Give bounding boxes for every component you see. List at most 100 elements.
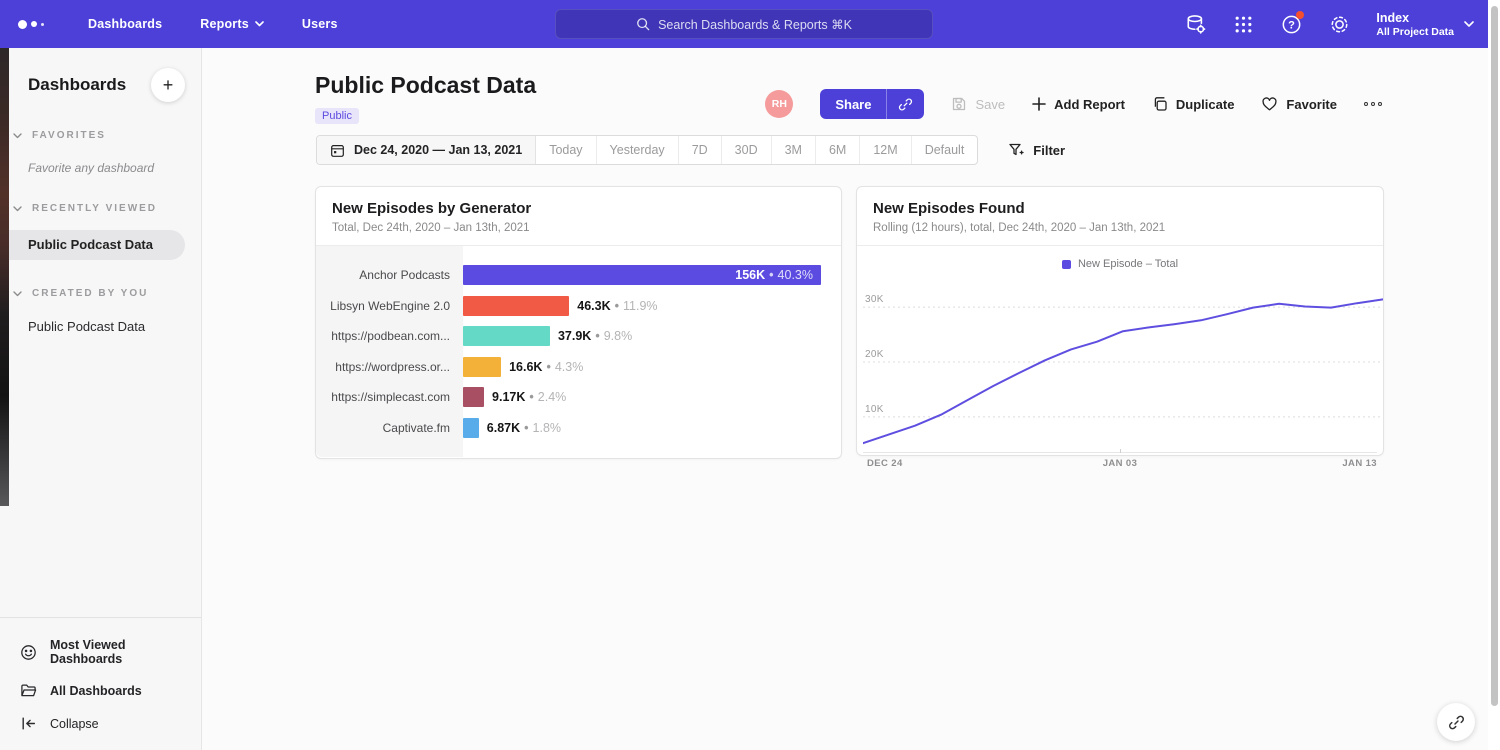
footer-item-label: All Dashboards (50, 684, 142, 698)
more-options-button[interactable] (1364, 98, 1382, 110)
nav-link-dashboards[interactable]: Dashboards (88, 17, 162, 31)
bar-value-label: 9.17K•2.4% (492, 390, 566, 404)
brand-logo-icon[interactable] (18, 20, 58, 29)
filter-label: Filter (1033, 143, 1065, 158)
date-preset-30d[interactable]: 30D (722, 136, 772, 164)
section-recently-viewed[interactable]: RECENTLY VIEWED (0, 203, 201, 214)
page-scrollbar[interactable] (1488, 0, 1500, 750)
avatar[interactable]: RH (765, 90, 793, 118)
chevron-down-icon (13, 133, 22, 139)
line-chart: 10K20K30K (863, 278, 1377, 452)
background-window-sliver (0, 48, 9, 506)
filter-button[interactable]: Filter (1008, 142, 1065, 158)
report-subtitle: Rolling (12 hours), total, Dec 24th, 202… (873, 222, 1367, 234)
bar-value-label: 156K•40.3% (735, 268, 813, 282)
search-input[interactable]: Search Dashboards & Reports ⌘K (555, 9, 933, 39)
date-preset-default[interactable]: Default (912, 136, 978, 164)
share-button[interactable]: Share (820, 89, 924, 119)
bar-row: Captivate.fm 6.87K•1.8% (316, 413, 841, 444)
bar-category-label: Captivate.fm (316, 421, 463, 435)
bar-value-label: 37.9K•9.8% (558, 329, 632, 343)
nav-links: Dashboards Reports Users (88, 17, 338, 31)
page-title: Public Podcast Data (315, 72, 536, 99)
duplicate-icon (1152, 96, 1168, 112)
date-preset-12m[interactable]: 12M (860, 136, 911, 164)
sidebar-item-public-podcast-data[interactable]: Public Podcast Data (0, 230, 185, 260)
line-series[interactable] (863, 299, 1383, 443)
floating-copy-link-button[interactable] (1437, 703, 1475, 741)
visibility-badge: Public (315, 108, 359, 124)
duplicate-label: Duplicate (1176, 97, 1235, 112)
date-preset-6m[interactable]: 6M (816, 136, 860, 164)
chevron-down-icon (1464, 21, 1474, 28)
bar-value-label: 6.87K•1.8% (487, 421, 561, 435)
top-navbar: Dashboards Reports Users Search Dashboar… (0, 0, 1500, 48)
add-report-button[interactable]: Add Report (1032, 97, 1125, 112)
bar-chart: Anchor Podcasts 156K•40.3% Libsyn WebEngin… (316, 246, 841, 457)
bar-category-label: https://simplecast.com (316, 390, 463, 404)
nav-link-label: Dashboards (88, 17, 162, 31)
save-button[interactable]: Save (951, 96, 1005, 112)
bar[interactable] (463, 357, 501, 377)
bar-category-label: https://podbean.com... (316, 329, 463, 343)
x-axis-tick-label: JAN 13 (1342, 458, 1377, 469)
collapse-sidebar-button[interactable]: Collapse (0, 707, 201, 740)
bar-row: https://podbean.com... 37.9K•9.8% (316, 321, 841, 352)
date-range-button[interactable]: Dec 24, 2020 — Jan 13, 2021 (317, 136, 536, 164)
plus-icon (1032, 97, 1046, 111)
section-label: RECENTLY VIEWED (32, 203, 157, 214)
navbar-right: ? Index All Project Data (1184, 0, 1474, 48)
section-created-by-you[interactable]: CREATED BY YOU (0, 288, 201, 299)
bar[interactable] (463, 418, 479, 438)
most-viewed-dashboards-button[interactable]: Most Viewed Dashboards (0, 630, 201, 674)
bar-row: Anchor Podcasts 156K•40.3% (316, 260, 841, 291)
favorites-empty-hint: Favorite any dashboard (0, 161, 201, 175)
section-label: FAVORITES (32, 130, 106, 141)
legend-swatch (1062, 260, 1071, 269)
report-title: New Episodes by Generator (332, 200, 825, 217)
favorite-button[interactable]: Favorite (1261, 96, 1337, 112)
bar-category-label: Anchor Podcasts (316, 268, 463, 282)
bar-category-label: https://wordpress.or... (316, 360, 463, 374)
svg-text:?: ? (1288, 19, 1295, 31)
bar[interactable] (463, 296, 569, 316)
all-dashboards-button[interactable]: All Dashboards (0, 674, 201, 707)
workspace-switcher[interactable]: Index All Project Data (1376, 11, 1474, 38)
bar-row: https://wordpress.or...16.6K•4.3% (316, 352, 841, 383)
add-dashboard-button[interactable]: + (151, 68, 185, 102)
bar-row: Libsyn WebEngine 2.046.3K•11.9% (316, 291, 841, 322)
date-preset-7d[interactable]: 7D (679, 136, 722, 164)
scrollbar-thumb[interactable] (1491, 6, 1498, 706)
section-favorites[interactable]: FAVORITES (0, 130, 201, 141)
smiley-icon (20, 644, 37, 661)
share-button-label[interactable]: Share (820, 89, 887, 119)
report-card-new-episodes-found[interactable]: New Episodes Found Rolling (12 hours), t… (856, 186, 1384, 456)
help-icon[interactable]: ? (1280, 13, 1302, 35)
nav-link-reports[interactable]: Reports (200, 17, 264, 31)
apps-grid-icon[interactable] (1232, 13, 1254, 35)
y-axis-tick-label: 30K (865, 294, 884, 305)
duplicate-button[interactable]: Duplicate (1152, 96, 1235, 112)
nav-link-users[interactable]: Users (302, 17, 338, 31)
settings-gear-icon[interactable] (1328, 13, 1350, 35)
link-icon (1448, 714, 1465, 731)
workspace-name: Index (1376, 11, 1454, 25)
nav-link-label: Users (302, 17, 338, 31)
main-content: Public Podcast Data Public RH Share Save… (202, 48, 1500, 750)
bar[interactable]: 156K•40.3% (463, 265, 821, 285)
date-preset-3m[interactable]: 3M (772, 136, 816, 164)
footer-item-label: Most Viewed Dashboards (50, 638, 201, 666)
copy-link-button[interactable] (887, 89, 924, 119)
data-sources-icon[interactable] (1184, 13, 1206, 35)
date-range-label: Dec 24, 2020 — Jan 13, 2021 (354, 143, 522, 157)
chevron-down-icon (13, 291, 22, 297)
search-icon (636, 17, 650, 31)
date-preset-today[interactable]: Today (536, 136, 596, 164)
date-presets: TodayYesterday7D30D3M6M12MDefault (536, 136, 977, 164)
report-title: New Episodes Found (873, 200, 1367, 217)
sidebar-item-public-podcast-data[interactable]: Public Podcast Data (0, 319, 201, 334)
bar[interactable] (463, 387, 484, 407)
bar[interactable] (463, 326, 550, 346)
report-card-new-episodes-by-generator[interactable]: New Episodes by Generator Total, Dec 24t… (315, 186, 842, 459)
date-preset-yesterday[interactable]: Yesterday (597, 136, 679, 164)
